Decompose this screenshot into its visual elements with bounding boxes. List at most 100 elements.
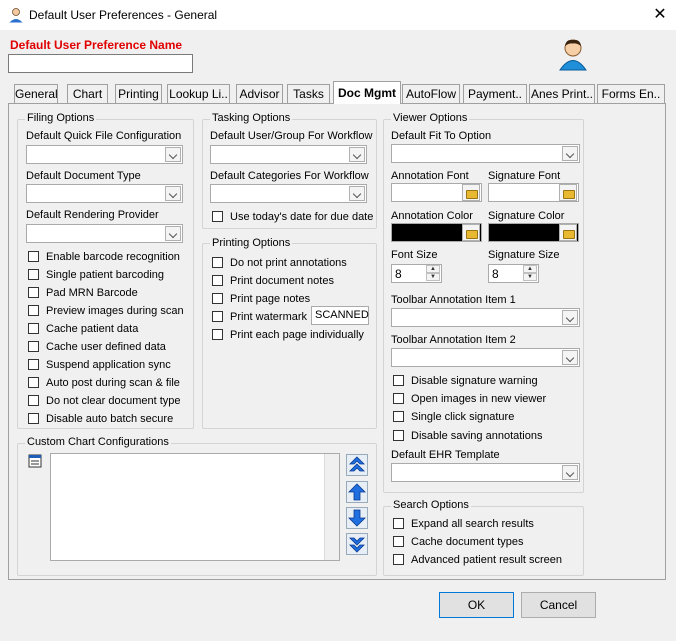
chevron-down-icon[interactable]: [349, 147, 365, 162]
expand-search-checkbox[interactable]: [393, 518, 404, 529]
toolbar-item1-select[interactable]: [391, 308, 580, 327]
no-print-annotations-label: Do not print annotations: [230, 257, 347, 269]
user-group-workflow-select[interactable]: [210, 145, 367, 164]
chevron-down-icon[interactable]: [562, 146, 578, 161]
tab-anes-print[interactable]: Anes Print..: [529, 84, 595, 103]
fit-option-label: Default Fit To Option: [391, 130, 492, 142]
single-patient-barcoding-label: Single patient barcoding: [46, 269, 165, 281]
pref-name-input[interactable]: [8, 54, 193, 73]
cache-user-defined-checkbox[interactable]: [28, 341, 39, 352]
fit-option-select[interactable]: [391, 144, 580, 163]
cancel-button[interactable]: Cancel: [521, 592, 596, 618]
toolbar-item2-label: Toolbar Annotation Item 2: [391, 334, 516, 346]
suspend-sync-label: Suspend application sync: [46, 359, 171, 371]
disable-saving-annotations-checkbox[interactable]: [393, 430, 404, 441]
chevron-down-icon[interactable]: [562, 465, 578, 480]
filing-options-title: Filing Options: [25, 112, 97, 124]
ehr-template-select[interactable]: [391, 463, 580, 482]
tab-tasks[interactable]: Tasks: [287, 84, 330, 103]
watermark-text-input[interactable]: SCANNED: [311, 306, 369, 325]
ok-button[interactable]: OK: [439, 592, 514, 618]
user-app-icon: [8, 7, 24, 23]
today-due-date-label: Use today's date for due date: [230, 211, 374, 223]
auto-post-checkbox[interactable]: [28, 377, 39, 388]
rendering-provider-select[interactable]: [26, 224, 183, 243]
user-avatar-icon: [557, 37, 589, 71]
today-due-date-checkbox[interactable]: [212, 211, 223, 222]
preview-images-checkbox[interactable]: [28, 305, 39, 316]
tab-doc-mgmt[interactable]: Doc Mgmt: [333, 81, 401, 104]
folder-icon[interactable]: [462, 224, 480, 241]
advanced-patient-checkbox[interactable]: [393, 554, 404, 565]
move-bottom-button[interactable]: [346, 533, 368, 555]
single-patient-barcoding-checkbox[interactable]: [28, 269, 39, 280]
chevron-down-icon[interactable]: [562, 350, 578, 365]
folder-icon[interactable]: [462, 184, 480, 201]
spin-up-icon[interactable]: ▲: [426, 265, 440, 273]
expand-search-label: Expand all search results: [411, 518, 534, 530]
signature-color-field[interactable]: [488, 223, 579, 242]
doc-type-select[interactable]: [26, 184, 183, 203]
print-watermark-label: Print watermark: [230, 311, 308, 323]
disable-auto-batch-label: Disable auto batch secure: [46, 413, 174, 425]
down-arrow-icon: [348, 509, 366, 527]
close-button[interactable]: ✕: [648, 4, 672, 26]
open-new-viewer-checkbox[interactable]: [393, 393, 404, 404]
custom-chart-list[interactable]: [50, 453, 340, 561]
print-page-notes-checkbox[interactable]: [212, 293, 223, 304]
chevron-down-icon[interactable]: [165, 147, 181, 162]
quick-file-select[interactable]: [26, 145, 183, 164]
single-click-sig-checkbox[interactable]: [393, 411, 404, 422]
print-each-page-checkbox[interactable]: [212, 329, 223, 340]
move-up-button[interactable]: [346, 481, 368, 503]
signature-size-stepper[interactable]: 8 ▲ ▼: [488, 264, 539, 283]
toolbar-item1-label: Toolbar Annotation Item 1: [391, 294, 516, 306]
enable-barcode-checkbox[interactable]: [28, 251, 39, 262]
move-down-button[interactable]: [346, 507, 368, 529]
annotation-font-field[interactable]: [391, 183, 482, 202]
spin-up-icon[interactable]: ▲: [523, 265, 537, 273]
tab-general[interactable]: General: [14, 84, 58, 103]
no-print-annotations-checkbox[interactable]: [212, 257, 223, 268]
tab-advisor[interactable]: Advisor: [236, 84, 283, 103]
tab-payment[interactable]: Payment..: [463, 84, 527, 103]
tab-printing[interactable]: Printing: [115, 84, 162, 103]
list-scrollbar[interactable]: [324, 454, 339, 560]
do-not-clear-doctype-checkbox[interactable]: [28, 395, 39, 406]
cache-patient-label: Cache patient data: [46, 323, 139, 335]
tab-lookup-lists[interactable]: Lookup Li..: [167, 84, 230, 103]
spin-down-icon[interactable]: ▼: [426, 273, 440, 281]
annotation-font-label: Annotation Font: [391, 170, 469, 182]
cache-patient-checkbox[interactable]: [28, 323, 39, 334]
folder-icon[interactable]: [559, 224, 577, 241]
print-doc-notes-checkbox[interactable]: [212, 275, 223, 286]
disable-sig-warning-checkbox[interactable]: [393, 375, 404, 386]
categories-workflow-label: Default Categories For Workflow: [210, 170, 369, 182]
rendering-provider-label: Default Rendering Provider: [26, 209, 159, 221]
pad-mrn-checkbox[interactable]: [28, 287, 39, 298]
tab-forms-entry[interactable]: Forms En..: [597, 84, 665, 103]
print-watermark-checkbox[interactable]: [212, 311, 223, 322]
tab-autoflow[interactable]: AutoFlow: [402, 84, 460, 103]
move-top-button[interactable]: [346, 454, 368, 476]
spin-down-icon[interactable]: ▼: [523, 273, 537, 281]
chevron-down-icon[interactable]: [562, 310, 578, 325]
chart-config-icon[interactable]: [27, 453, 45, 470]
chevron-down-icon[interactable]: [349, 186, 365, 201]
disable-auto-batch-checkbox[interactable]: [28, 413, 39, 424]
print-doc-notes-label: Print document notes: [230, 275, 334, 287]
toolbar-item2-select[interactable]: [391, 348, 580, 367]
chevron-down-icon[interactable]: [165, 186, 181, 201]
signature-font-field[interactable]: [488, 183, 579, 202]
window-title: Default User Preferences - General: [29, 8, 218, 22]
suspend-sync-checkbox[interactable]: [28, 359, 39, 370]
tab-chart[interactable]: Chart: [67, 84, 108, 103]
folder-icon[interactable]: [559, 184, 577, 201]
auto-post-label: Auto post during scan & file: [46, 377, 180, 389]
categories-workflow-select[interactable]: [210, 184, 367, 203]
annotation-color-field[interactable]: [391, 223, 482, 242]
cache-doc-types-checkbox[interactable]: [393, 536, 404, 547]
signature-color-label: Signature Color: [488, 210, 565, 222]
chevron-down-icon[interactable]: [165, 226, 181, 241]
font-size-stepper[interactable]: 8 ▲ ▼: [391, 264, 442, 283]
